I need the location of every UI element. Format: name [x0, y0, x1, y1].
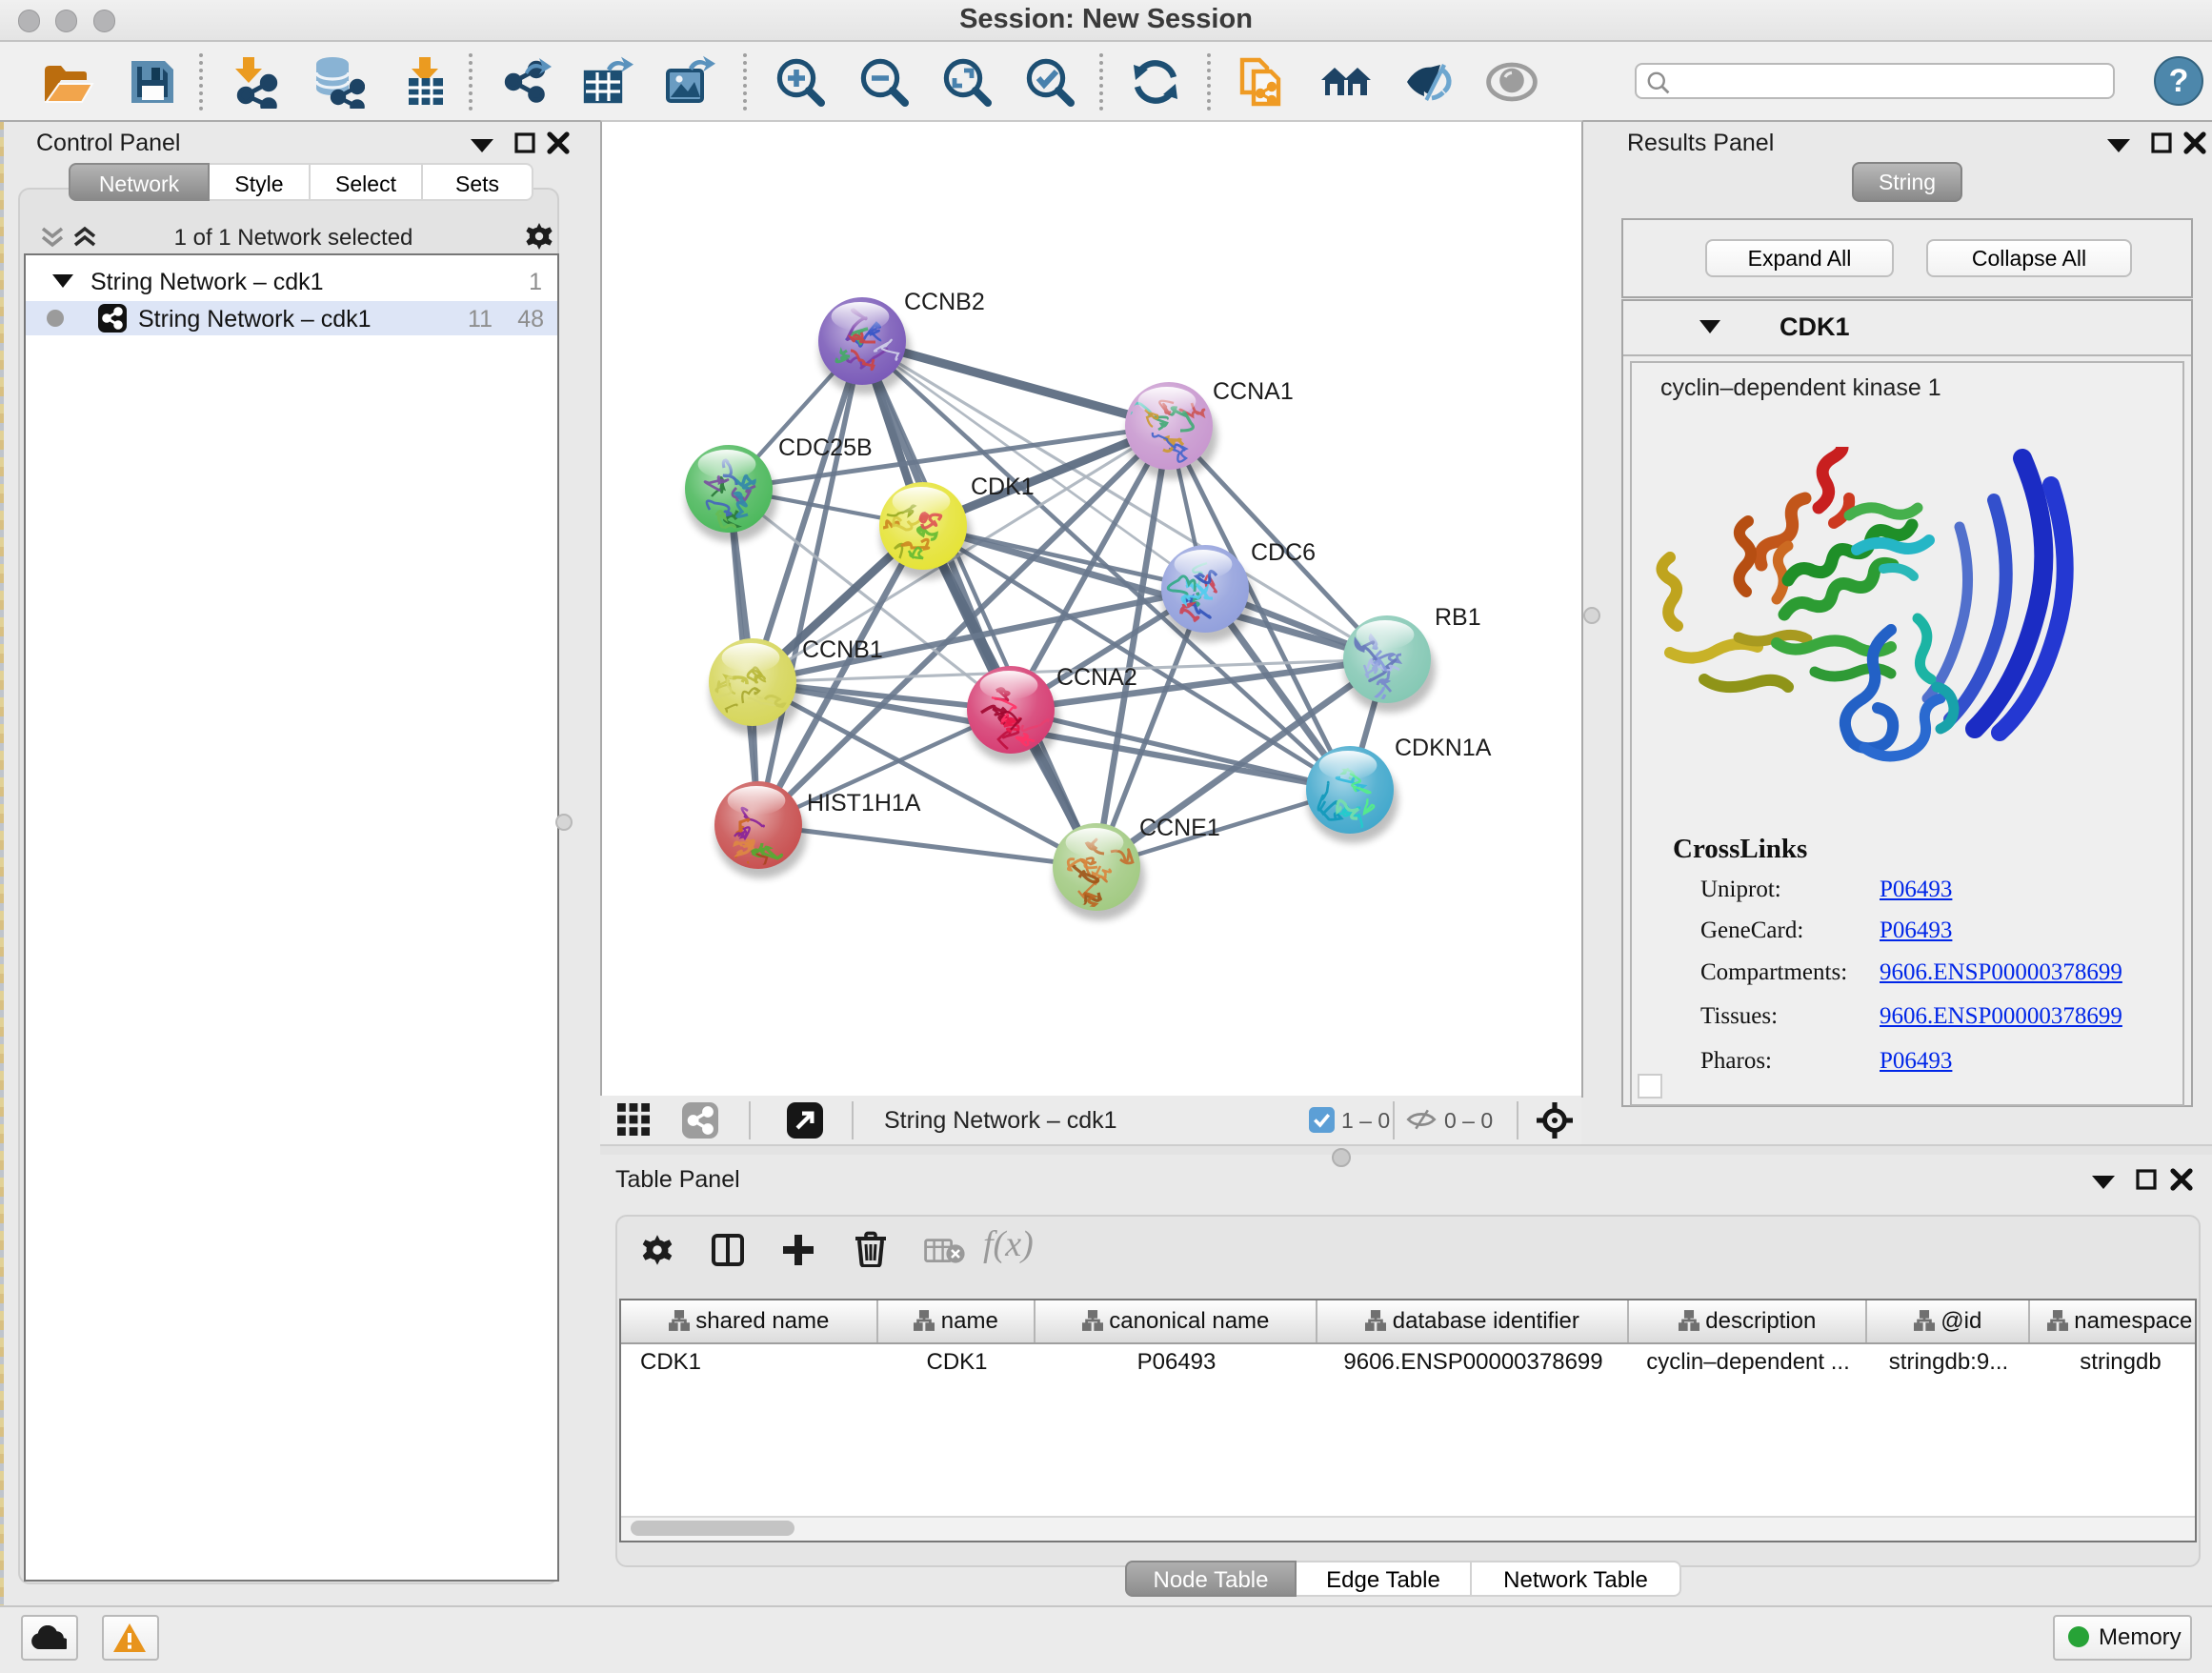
svg-text:CDKN1A: CDKN1A [1395, 735, 1492, 761]
svg-text:CCNA1: CCNA1 [1213, 378, 1294, 405]
svg-text:CCNB1: CCNB1 [802, 636, 883, 663]
svg-text:RB1: RB1 [1435, 604, 1481, 631]
svg-text:HIST1H1A: HIST1H1A [807, 790, 921, 816]
svg-text:?: ? [2169, 63, 2189, 99]
svg-text:CDC6: CDC6 [1251, 539, 1316, 566]
svg-text:CCNB2: CCNB2 [904, 289, 985, 315]
svg-text:CCNE1: CCNE1 [1139, 815, 1220, 841]
svg-text:CCNA2: CCNA2 [1056, 664, 1137, 691]
svg-text:CDK1: CDK1 [971, 474, 1035, 500]
svg-text:CDC25B: CDC25B [778, 434, 873, 461]
